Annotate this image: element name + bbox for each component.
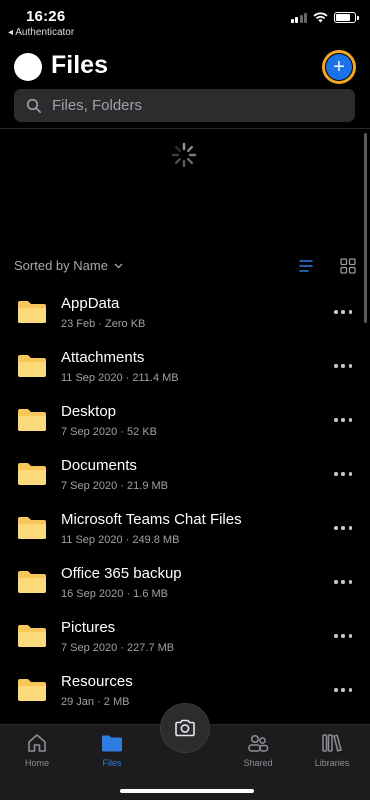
files-icon (102, 735, 122, 752)
wifi-icon (313, 12, 328, 23)
back-to-app-link[interactable]: ◂ Authenticator (8, 27, 74, 38)
page-title: Files (51, 51, 108, 79)
list-item[interactable]: Pictures 7 Sep 2020 · 227.7 MB (0, 612, 370, 666)
folder-icon (18, 517, 46, 539)
chevron-down-icon (114, 263, 123, 268)
sort-label: Sorted by Name (14, 258, 108, 273)
list-item[interactable]: Documents 7 Sep 2020 · 21.9 MB (0, 450, 370, 504)
more-icon[interactable] (334, 521, 352, 535)
camera-icon (175, 719, 195, 737)
grid-view-icon[interactable] (340, 258, 356, 274)
sort-bar: Sorted by Name (14, 256, 356, 278)
list-item[interactable]: Desktop 7 Sep 2020 · 52 KB (0, 396, 370, 450)
tab-home[interactable]: Home (7, 731, 67, 768)
more-icon[interactable] (334, 305, 352, 319)
libraries-icon (322, 734, 342, 752)
folder-icon (18, 409, 46, 431)
file-meta: 7 Sep 2020 · 227.7 MB (61, 642, 175, 654)
header-divider (0, 128, 370, 129)
file-meta: 29 Jan · 2 MB (61, 696, 130, 708)
list-item[interactable]: Attachments 11 Sep 2020 · 211.4 MB (0, 342, 370, 396)
sort-dropdown[interactable]: Sorted by Name (14, 258, 123, 273)
status-bar: 16:26 ◂ Authenticator (0, 0, 370, 44)
plus-icon: + (326, 54, 352, 80)
home-indicator (120, 789, 254, 793)
more-icon[interactable] (334, 683, 352, 697)
status-icons (290, 12, 359, 23)
list-item[interactable]: Microsoft Teams Chat Files 11 Sep 2020 ·… (0, 504, 370, 558)
more-icon[interactable] (334, 467, 352, 481)
shared-icon (248, 734, 269, 752)
file-name: AppData (61, 295, 120, 312)
folder-icon (18, 625, 46, 647)
file-meta: 23 Feb · Zero KB (61, 318, 146, 330)
battery-icon (334, 12, 359, 23)
home-icon (28, 734, 46, 752)
tab-home-label: Home (24, 758, 49, 768)
tab-files-label: Files (102, 758, 122, 768)
search-input[interactable] (52, 97, 322, 114)
signal-icon (290, 12, 307, 23)
search-icon (26, 98, 41, 113)
folder-icon (18, 571, 46, 593)
more-icon[interactable] (334, 413, 352, 427)
file-name: Microsoft Teams Chat Files (61, 511, 242, 528)
avatar[interactable] (14, 53, 42, 81)
file-meta: 7 Sep 2020 · 21.9 MB (61, 480, 169, 492)
folder-icon (18, 355, 46, 377)
tab-libraries[interactable]: Libraries (302, 731, 362, 768)
more-icon[interactable] (334, 575, 352, 589)
status-time: 16:26 (26, 8, 66, 25)
file-meta: 11 Sep 2020 · 249.8 MB (61, 534, 180, 546)
search-bar[interactable] (14, 89, 355, 122)
file-name: Office 365 backup (61, 565, 182, 582)
file-name: Pictures (61, 619, 116, 636)
tab-shared-label: Shared (243, 758, 273, 768)
file-name: Resources (61, 673, 133, 690)
tab-shared[interactable]: Shared (228, 731, 288, 768)
tab-bar: Home Files Shared Libraries (0, 703, 370, 800)
folder-icon (18, 301, 46, 323)
folder-icon (18, 679, 46, 701)
list-item[interactable]: Office 365 backup 16 Sep 2020 · 1.6 MB (0, 558, 370, 612)
file-meta: 16 Sep 2020 · 1.6 MB (61, 588, 169, 600)
spinner-icon (171, 142, 197, 168)
camera-button[interactable] (160, 703, 210, 753)
file-name: Documents (61, 457, 137, 474)
list-view-icon[interactable] (298, 258, 314, 274)
more-icon[interactable] (334, 629, 352, 643)
file-list: AppData 23 Feb · Zero KB Attachments 11 … (0, 288, 370, 720)
tab-files[interactable]: Files (82, 731, 142, 768)
file-meta: 7 Sep 2020 · 52 KB (61, 426, 158, 438)
add-button[interactable]: + (322, 50, 356, 84)
scroll-indicator[interactable] (364, 133, 367, 323)
tab-libraries-label: Libraries (314, 758, 350, 768)
folder-icon (18, 463, 46, 485)
file-name: Desktop (61, 403, 117, 420)
list-item[interactable]: AppData 23 Feb · Zero KB (0, 288, 370, 342)
more-icon[interactable] (334, 359, 352, 373)
file-meta: 11 Sep 2020 · 211.4 MB (61, 372, 179, 384)
header: Files + (14, 48, 356, 88)
file-name: Attachments (61, 349, 145, 366)
